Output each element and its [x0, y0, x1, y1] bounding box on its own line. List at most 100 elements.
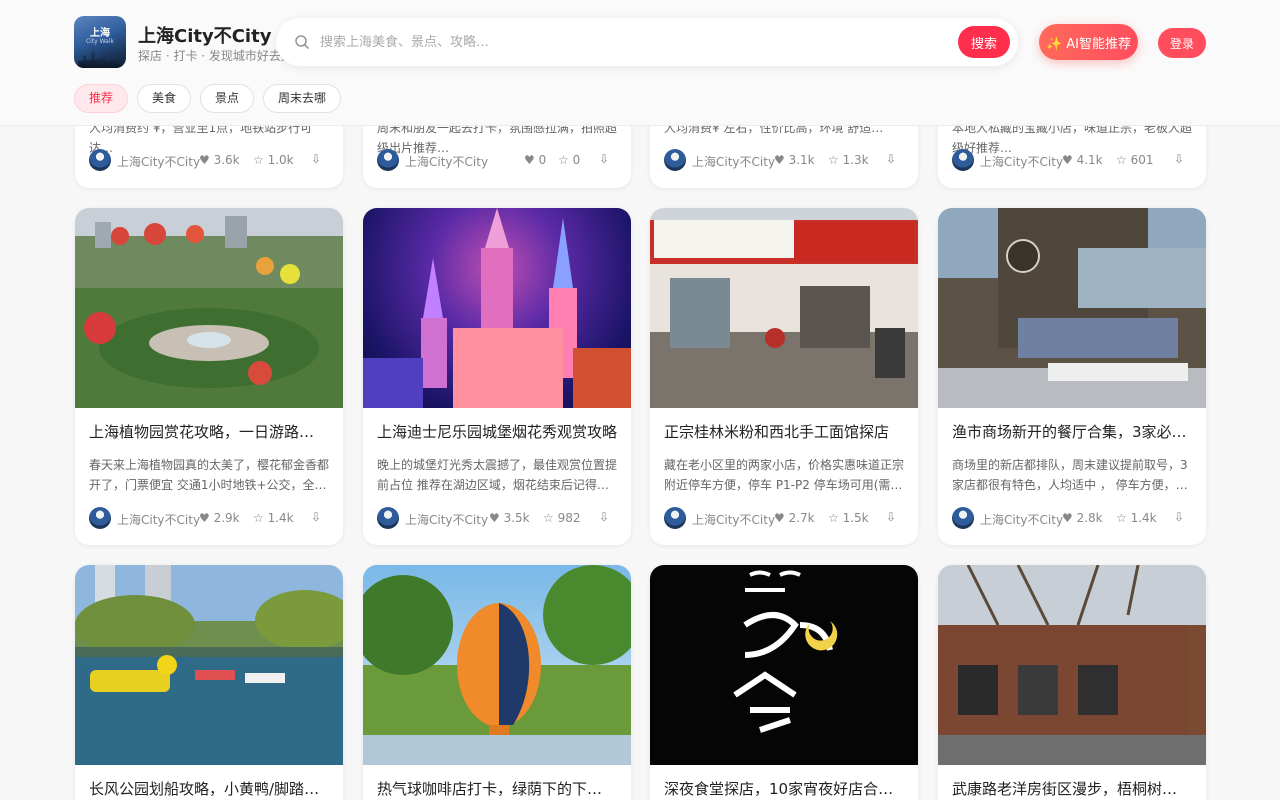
card-image[interactable] [938, 208, 1206, 408]
card-title[interactable]: 渔市商场新开的餐厅合集，3家必吃推荐 [952, 421, 1192, 442]
star-icon: ☆ [1116, 511, 1127, 525]
street-illustration [938, 565, 1206, 765]
like-count[interactable]: ♥ 3.6k [199, 153, 240, 167]
card-title[interactable]: 上海植物园赏花攻略，一日游路线+交通指南 [89, 421, 329, 442]
star-icon: ☆ [543, 511, 554, 525]
fav-count[interactable]: ☆ 0 [558, 153, 580, 167]
fav-count[interactable]: ☆ 601 [1116, 153, 1154, 167]
card-image[interactable] [75, 565, 343, 765]
author-avatar [952, 507, 974, 529]
note-card[interactable]: 渔市商场新开的餐厅合集，3家必吃推荐 商场里的新店都排队，周末建议提前取号，3家… [938, 208, 1206, 545]
card-desc: 春天来上海植物园真的太美了，樱花郁金香都开了，门票便宜 交通1小时地铁+公交，全… [89, 458, 329, 492]
note-card[interactable]: 武康路老洋房街区漫步，梧桐树下的咖啡馆 [938, 565, 1206, 800]
shopfront-illustration [654, 220, 914, 378]
star-icon: ☆ [253, 511, 264, 525]
card-desc: 晚上的城堡灯光秀太震撼了，最佳观赏位置提前占位 推荐在湖边区域，烟花结束后记得错… [377, 458, 617, 492]
card-title[interactable]: 热气球咖啡店打卡，绿荫下的下午茶时光 [377, 778, 617, 799]
card-image[interactable] [363, 208, 631, 408]
neon-sign-illustration [733, 570, 838, 733]
author-avatar [664, 507, 686, 529]
card-image[interactable] [650, 565, 918, 765]
card-image[interactable] [938, 565, 1206, 765]
card-title[interactable]: 深夜食堂探店，10家宵夜好店合集推荐 [664, 778, 904, 799]
brand-subtitle: 探店 · 打卡 · 发现城市好去处 [138, 49, 293, 63]
author-name: 上海City不City [980, 513, 1064, 527]
card-image[interactable] [75, 208, 343, 408]
mall-illustration [998, 208, 1206, 381]
heart-icon: ♥ [774, 153, 785, 167]
brand-logo[interactable]: 上海 City Walk [74, 16, 126, 68]
tab-sights[interactable]: 景点 [200, 84, 255, 113]
author-avatar [952, 149, 974, 171]
star-icon: ☆ [558, 153, 569, 167]
share-icon[interactable]: ⇩ [599, 152, 609, 166]
note-card[interactable]: 长风公园划船攻略，小黄鸭/脚踏船租赁指南 [75, 565, 343, 800]
skyline-graphic [78, 50, 122, 68]
card-desc: 藏在老小区里的两家小店，价格实惠味道正宗 附近停车方便，停车 P1-P2 停车场… [664, 458, 904, 492]
card-meta: 上海City不City ♥ 2.8k ☆ 1.4k ⇩ [952, 506, 1192, 530]
app: 人均消费约 ¥，营业至1点，地铁站步行可达… 上海City不City ♥ 3.6… [0, 0, 1280, 800]
castle-illustration [363, 208, 631, 408]
fav-count[interactable]: ☆ 982 [543, 511, 581, 525]
logo-subtext: City Walk [85, 38, 115, 45]
note-card[interactable]: 正宗桂林米粉和西北手工面馆探店 藏在老小区里的两家小店，价格实惠味道正宗 附近停… [650, 208, 918, 545]
card-meta: 上海City不City ♥ 3.6k ☆ 1.0k ⇩ [89, 148, 329, 172]
like-count[interactable]: ♥ 0 [524, 153, 546, 167]
author-name: 上海City不City [405, 513, 489, 527]
author-avatar [89, 149, 111, 171]
share-icon[interactable]: ⇩ [1174, 152, 1184, 166]
share-icon[interactable]: ⇩ [599, 510, 609, 524]
card-image[interactable] [363, 565, 631, 765]
fav-count[interactable]: ☆ 1.4k [253, 511, 294, 525]
share-icon[interactable]: ⇩ [886, 510, 896, 524]
note-card[interactable]: 上海迪士尼乐园城堡烟花秀观赏攻略 晚上的城堡灯光秀太震撼了，最佳观赏位置提前占位… [363, 208, 631, 545]
fav-count[interactable]: ☆ 1.0k [253, 153, 294, 167]
fav-count[interactable]: ☆ 1.4k [1116, 511, 1157, 525]
fav-count[interactable]: ☆ 1.3k [828, 153, 869, 167]
card-desc: 商场里的新店都排队，周末建议提前取号，3家店都很有特色，人均适中 ， 停车方便，… [952, 458, 1188, 492]
author-avatar [89, 507, 111, 529]
heart-icon: ♥ [199, 153, 210, 167]
tab-recommend[interactable]: 推荐 [74, 84, 129, 113]
like-count[interactable]: ♥ 4.1k [1062, 153, 1103, 167]
card-meta: 上海City不City ♥ 2.7k ☆ 1.5k ⇩ [664, 506, 904, 530]
card-title[interactable]: 上海迪士尼乐园城堡烟花秀观赏攻略 [377, 421, 617, 442]
star-icon: ☆ [253, 153, 264, 167]
star-icon: ☆ [828, 511, 839, 525]
ai-recommend-button[interactable]: ✨ AI智能推荐 [1039, 24, 1138, 60]
like-count[interactable]: ♥ 3.5k [489, 511, 530, 525]
login-button[interactable]: 登录 [1158, 28, 1206, 58]
card-meta: 上海City不City ♥ 2.9k ☆ 1.4k ⇩ [89, 506, 329, 530]
card-title[interactable]: 正宗桂林米粉和西北手工面馆探店 [664, 421, 904, 442]
fav-count[interactable]: ☆ 1.5k [828, 511, 869, 525]
search-bar: 搜索 [276, 18, 1018, 66]
heart-icon: ♥ [1062, 511, 1073, 525]
card-title[interactable]: 武康路老洋房街区漫步，梧桐树下的咖啡馆 [952, 778, 1192, 799]
tab-food[interactable]: 美食 [137, 84, 192, 113]
like-count[interactable]: ♥ 2.7k [774, 511, 815, 525]
like-count[interactable]: ♥ 2.9k [199, 511, 240, 525]
card-title[interactable]: 长风公园划船攻略，小黄鸭/脚踏船租赁指南 [89, 778, 329, 799]
author-avatar [377, 149, 399, 171]
note-card[interactable]: 上海植物园赏花攻略，一日游路线+交通指南 春天来上海植物园真的太美了，樱花郁金香… [75, 208, 343, 545]
tab-weekend[interactable]: 周末去哪 [263, 84, 342, 113]
star-icon: ☆ [1116, 153, 1127, 167]
note-card[interactable]: 热气球咖啡店打卡，绿荫下的下午茶时光 [363, 565, 631, 800]
card-image[interactable] [650, 208, 918, 408]
search-input[interactable] [320, 28, 920, 56]
heart-icon: ♥ [1062, 153, 1073, 167]
share-icon[interactable]: ⇩ [1174, 510, 1184, 524]
heart-icon: ♥ [524, 153, 535, 167]
card-meta: 上海City不City ♥ 0 ☆ 0 ⇩ [377, 148, 617, 172]
like-count[interactable]: ♥ 3.1k [774, 153, 815, 167]
note-card[interactable]: 深夜食堂探店，10家宵夜好店合集推荐 [650, 565, 918, 800]
share-icon[interactable]: ⇩ [311, 152, 321, 166]
search-icon [295, 35, 309, 49]
share-icon[interactable]: ⇩ [311, 510, 321, 524]
heart-icon: ♥ [774, 511, 785, 525]
park-illustration [84, 216, 319, 388]
like-count[interactable]: ♥ 2.8k [1062, 511, 1103, 525]
share-icon[interactable]: ⇩ [886, 152, 896, 166]
search-button[interactable]: 搜索 [958, 26, 1010, 58]
author-name: 上海City不City [692, 155, 776, 169]
